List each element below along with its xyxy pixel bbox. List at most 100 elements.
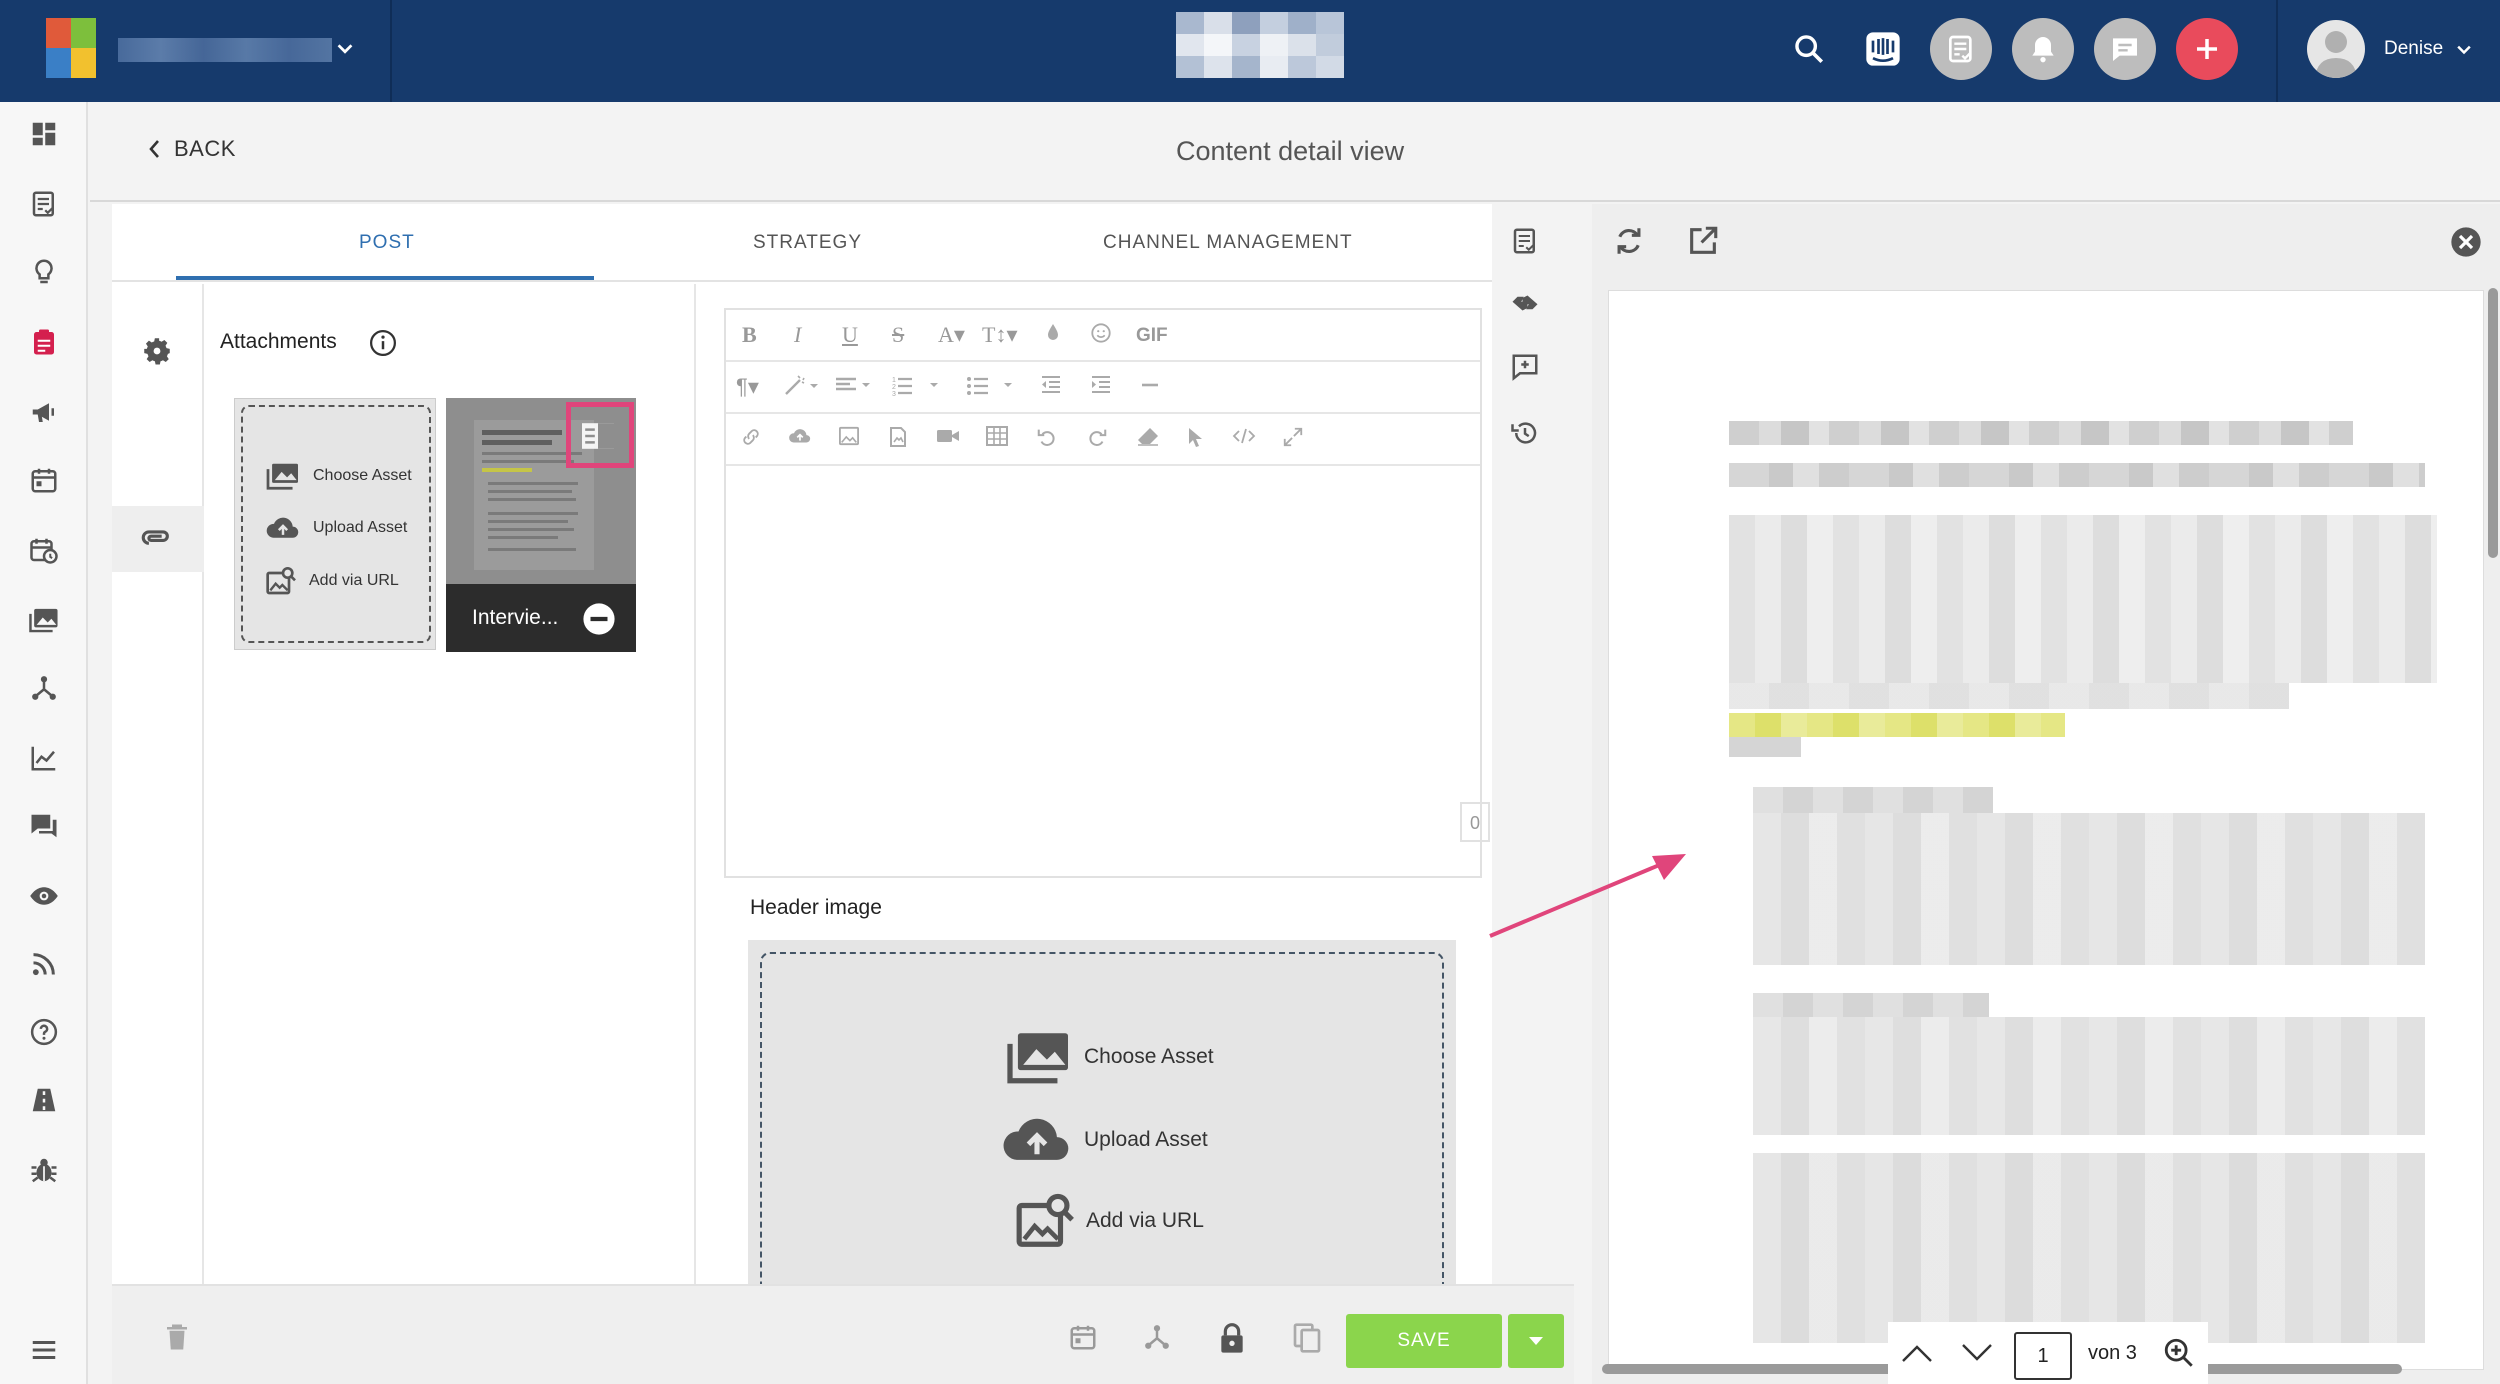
clipboard-icon[interactable] (24, 322, 64, 362)
copy-icon[interactable] (1292, 1322, 1322, 1354)
rss-icon[interactable] (24, 944, 64, 984)
select-all-icon[interactable] (1186, 426, 1204, 448)
emoji-icon[interactable] (1090, 322, 1112, 344)
font-size-icon[interactable]: T↕▾ (982, 322, 1017, 348)
chevron-up-icon[interactable] (1900, 1342, 1934, 1364)
calendar-clock-icon[interactable] (24, 530, 64, 570)
tab-post[interactable]: POST (359, 232, 415, 254)
tasks-icon[interactable] (1930, 18, 1992, 80)
link-icon[interactable] (740, 426, 762, 448)
add-via-url-button[interactable]: Add via URL (265, 565, 399, 597)
italic-icon[interactable]: I (794, 322, 801, 348)
gif-button[interactable]: GIF (1136, 325, 1168, 347)
chat-icon[interactable] (2094, 18, 2156, 80)
insert-video-icon[interactable] (936, 426, 960, 446)
redo-icon[interactable] (1086, 426, 1108, 448)
tab-channel-management[interactable]: CHANNEL MANAGEMENT (1103, 232, 1353, 254)
eraser-icon[interactable] (1136, 426, 1160, 446)
history-icon[interactable] (1510, 418, 1540, 448)
search-icon[interactable] (1778, 18, 1840, 80)
network-icon[interactable] (1142, 1322, 1172, 1352)
fill-color-icon[interactable] (1044, 322, 1062, 344)
indent-icon[interactable] (1090, 374, 1112, 396)
comment-add-icon[interactable] (1510, 352, 1540, 382)
user-name[interactable]: Denise (2384, 38, 2443, 60)
rich-text-editor[interactable]: B I U S A▾ T↕▾ GIF ¶▾ 123 0 (724, 308, 1490, 878)
horizontal-line-icon[interactable] (1140, 374, 1160, 396)
eye-icon[interactable] (24, 876, 64, 916)
cloud-upload-icon[interactable] (788, 426, 812, 446)
help-icon[interactable] (24, 1012, 64, 1052)
choose-asset-button[interactable]: Choose Asset (265, 461, 412, 491)
workspace-switcher[interactable] (0, 0, 392, 102)
add-via-url-button[interactable]: Add via URL (1014, 1190, 1204, 1252)
gear-icon[interactable] (140, 334, 174, 368)
notes-icon[interactable] (1510, 226, 1540, 256)
calendar-icon[interactable] (1068, 1322, 1098, 1352)
save-button[interactable]: SAVE (1346, 1314, 1502, 1368)
calendar-icon[interactable] (24, 460, 64, 500)
insert-file-icon[interactable] (888, 426, 908, 448)
attachments-section-tab[interactable] (112, 506, 204, 572)
ordered-list-icon[interactable]: 123 (892, 374, 942, 396)
fullscreen-icon[interactable] (1282, 426, 1304, 448)
insert-image-icon[interactable] (838, 426, 860, 446)
tab-bar: POST STRATEGY CHANNEL MANAGEMENT (112, 204, 1492, 282)
unordered-list-icon[interactable] (966, 374, 1016, 396)
approval-icon[interactable] (1510, 288, 1540, 318)
attachment-drop-zone[interactable]: Choose Asset Upload Asset Add via URL (234, 398, 436, 650)
lock-icon[interactable] (1218, 1322, 1246, 1354)
avatar[interactable] (2307, 20, 2365, 78)
zoom-in-icon[interactable] (2162, 1336, 2196, 1370)
add-icon[interactable] (2176, 18, 2238, 80)
outdent-icon[interactable] (1040, 374, 1062, 396)
upload-asset-button[interactable]: Upload Asset (265, 515, 407, 541)
chevron-down-icon[interactable] (2454, 40, 2474, 60)
choose-asset-button[interactable]: Choose Asset (1004, 1028, 1214, 1086)
megaphone-icon[interactable] (24, 392, 64, 432)
code-view-icon[interactable] (1232, 426, 1256, 446)
header-image-drop-zone[interactable]: Choose Asset Upload Asset Add via URL (748, 940, 1456, 1318)
attachment-name: Intervie... (472, 606, 559, 629)
road-icon[interactable] (24, 1080, 64, 1120)
open-external-icon[interactable] (1686, 224, 1720, 258)
dashboard-icon[interactable] (24, 114, 64, 154)
content-list-icon[interactable] (24, 184, 64, 224)
remove-icon[interactable] (582, 602, 616, 636)
back-button[interactable]: BACK (146, 136, 236, 162)
character-count: 0 (1460, 802, 1490, 842)
menu-icon[interactable] (24, 1330, 64, 1370)
upload-asset-button[interactable]: Upload Asset (1000, 1114, 1208, 1166)
bug-icon[interactable] (24, 1150, 64, 1190)
blurred-heading (1729, 463, 2425, 487)
network-icon[interactable] (24, 668, 64, 708)
attachments-title: Attachments (220, 330, 337, 353)
info-icon[interactable] (368, 328, 398, 358)
cloud-upload-icon (266, 517, 299, 538)
chevron-down-icon[interactable] (1960, 1342, 1994, 1364)
save-options-button[interactable] (1508, 1314, 1564, 1368)
underline-icon[interactable]: U (842, 322, 858, 348)
paragraph-format-icon[interactable]: ¶▾ (736, 374, 759, 400)
page-number-input[interactable]: 1 (2014, 1332, 2072, 1380)
close-icon[interactable] (2450, 226, 2482, 258)
analytics-icon[interactable] (24, 738, 64, 778)
brand-logo-blurred (1176, 12, 1344, 78)
align-icon[interactable] (834, 374, 874, 396)
bell-icon[interactable] (2012, 18, 2074, 80)
strikethrough-icon[interactable]: S (892, 322, 904, 348)
chevron-down-icon[interactable] (334, 38, 356, 60)
intercom-icon[interactable] (1852, 18, 1914, 80)
lightbulb-icon[interactable] (24, 252, 64, 292)
trash-icon[interactable] (164, 1322, 190, 1352)
comments-icon[interactable] (24, 806, 64, 846)
undo-icon[interactable] (1036, 426, 1058, 448)
image-library-icon[interactable] (24, 600, 64, 640)
paragraph-style-icon[interactable] (784, 374, 820, 396)
vertical-scrollbar[interactable] (2488, 288, 2498, 558)
bold-icon[interactable]: B (742, 322, 757, 348)
font-color-icon[interactable]: A▾ (938, 322, 965, 348)
tab-strategy[interactable]: STRATEGY (753, 232, 862, 254)
refresh-icon[interactable] (1612, 224, 1646, 258)
insert-table-icon[interactable] (986, 426, 1008, 446)
